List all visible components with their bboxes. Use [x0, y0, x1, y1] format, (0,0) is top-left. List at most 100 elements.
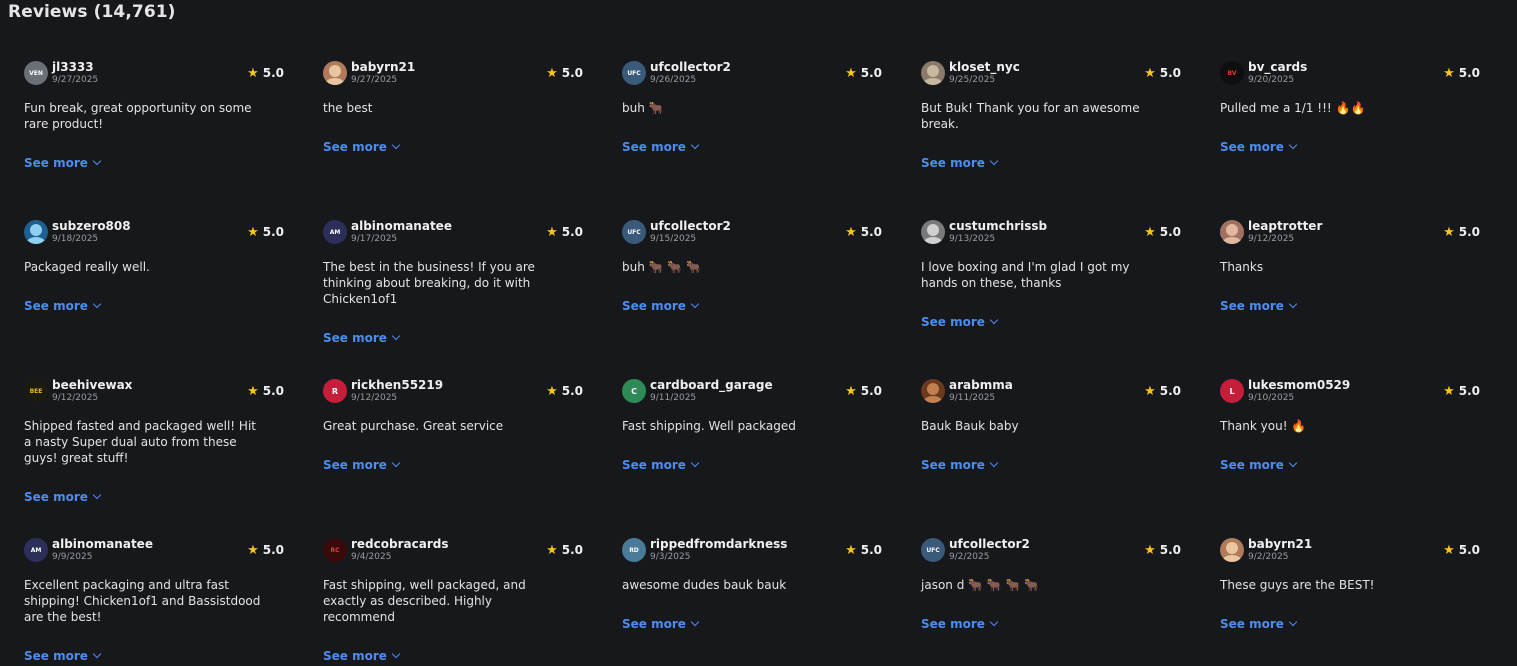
- avatar[interactable]: BEE: [24, 379, 48, 403]
- avatar[interactable]: UFC: [622, 61, 646, 85]
- avatar[interactable]: L: [1220, 379, 1244, 403]
- avatar[interactable]: AM: [24, 538, 48, 562]
- see-more-button[interactable]: See more: [1220, 299, 1298, 313]
- review-username[interactable]: cardboard_garage: [650, 378, 773, 392]
- review-username[interactable]: lukesmom0529: [1248, 378, 1350, 392]
- review-rating: ★ 5.0: [1443, 225, 1480, 239]
- avatar[interactable]: [24, 220, 48, 244]
- review-card: kloset_nyc 9/25/2025 ★ 5.0 But Buk! Thank yo…: [921, 60, 1181, 219]
- see-more-button[interactable]: See more: [1220, 617, 1298, 631]
- chevron-down-icon: [391, 458, 401, 468]
- chevron-down-icon: [690, 458, 700, 468]
- review-text: Great purchase. Great service: [323, 419, 504, 433]
- see-more-button[interactable]: See more: [323, 458, 401, 472]
- see-more-button[interactable]: See more: [622, 140, 700, 154]
- star-icon: ★: [1144, 383, 1156, 399]
- star-icon: ★: [1443, 65, 1455, 81]
- avatar[interactable]: UFC: [622, 220, 646, 244]
- see-more-button[interactable]: See more: [622, 299, 700, 313]
- review-date: 9/3/2025: [650, 552, 691, 562]
- review-header: kloset_nyc 9/25/2025 ★ 5.0: [921, 60, 1181, 86]
- avatar[interactable]: RC: [323, 538, 347, 562]
- review-date: 9/18/2025: [52, 234, 99, 244]
- see-more-button[interactable]: See more: [1220, 458, 1298, 472]
- review-username[interactable]: subzero808: [52, 219, 131, 233]
- avatar[interactable]: R: [323, 379, 347, 403]
- review-username[interactable]: babyrn21: [351, 60, 415, 74]
- see-more-button[interactable]: See more: [1220, 140, 1298, 154]
- chevron-down-icon: [989, 458, 999, 468]
- see-more-button[interactable]: See more: [921, 315, 999, 329]
- avatar[interactable]: AM: [323, 220, 347, 244]
- review-username[interactable]: ufcollector2: [650, 60, 731, 74]
- see-more-button[interactable]: See more: [24, 299, 102, 313]
- see-more-button[interactable]: See more: [921, 156, 999, 170]
- review-card: RD rippedfromdarkness 9/3/2025 ★ 5.0 awesome …: [622, 537, 882, 666]
- avatar[interactable]: VEN: [24, 61, 48, 85]
- avatar-logo-text: BV: [1227, 69, 1237, 77]
- chevron-down-icon: [391, 331, 401, 341]
- rating-value: 5.0: [1159, 384, 1181, 398]
- review-date: 9/20/2025: [1248, 75, 1295, 85]
- review-username[interactable]: albinomanatee: [52, 537, 153, 551]
- review-username[interactable]: rickhen55219: [351, 378, 443, 392]
- avatar-initial: R: [331, 386, 339, 396]
- review-card: UFC ufcollector2 9/26/2025 ★ 5.0 buh 🐂 See mor…: [622, 60, 882, 219]
- see-more-button[interactable]: See more: [24, 490, 102, 504]
- star-icon: ★: [247, 224, 259, 240]
- review-header: Ccardboard_garage 9/11/2025 ★ 5.0: [622, 378, 882, 404]
- see-more-label: See more: [622, 458, 686, 472]
- review-username[interactable]: ufcollector2: [650, 219, 731, 233]
- review-card: BV bv_cards 9/20/2025 ★ 5.0 Pulled me a 1/1 !…: [1220, 60, 1480, 219]
- review-header: RD rippedfromdarkness 9/3/2025 ★ 5.0: [622, 537, 882, 563]
- review-date: 9/17/2025: [351, 234, 398, 244]
- review-username[interactable]: leaptrotter: [1248, 219, 1322, 233]
- review-username[interactable]: custumchrissb: [949, 219, 1047, 233]
- chevron-down-icon: [92, 156, 102, 166]
- rating-value: 5.0: [860, 543, 882, 557]
- avatar[interactable]: [921, 379, 945, 403]
- avatar[interactable]: [921, 220, 945, 244]
- avatar[interactable]: [1220, 538, 1244, 562]
- review-username[interactable]: rippedfromdarkness: [650, 537, 787, 551]
- star-icon: ★: [845, 383, 857, 399]
- see-more-button[interactable]: See more: [323, 649, 401, 663]
- review-username[interactable]: babyrn21: [1248, 537, 1312, 551]
- avatar[interactable]: [921, 61, 945, 85]
- see-more-button[interactable]: See more: [921, 617, 999, 631]
- review-username[interactable]: jl3333: [52, 60, 94, 74]
- chevron-down-icon: [92, 490, 102, 500]
- avatar[interactable]: RD: [622, 538, 646, 562]
- review-username[interactable]: albinomanatee: [351, 219, 452, 233]
- see-more-button[interactable]: See more: [921, 458, 999, 472]
- review-username[interactable]: kloset_nyc: [949, 60, 1020, 74]
- see-more-button[interactable]: See more: [323, 140, 401, 154]
- see-more-button[interactable]: See more: [24, 156, 102, 170]
- avatar[interactable]: BV: [1220, 61, 1244, 85]
- review-username[interactable]: ufcollector2: [949, 537, 1030, 551]
- avatar[interactable]: [1220, 220, 1244, 244]
- see-more-button[interactable]: See more: [622, 458, 700, 472]
- see-more-label: See more: [24, 649, 88, 663]
- star-icon: ★: [546, 65, 558, 81]
- review-username[interactable]: arabmma: [949, 378, 1013, 392]
- review-username[interactable]: redcobracards: [351, 537, 448, 551]
- avatar-initial: L: [1229, 386, 1235, 396]
- avatar-logo-text: BEE: [29, 387, 43, 395]
- review-date: 9/27/2025: [351, 75, 398, 85]
- review-rating: ★ 5.0: [1144, 225, 1181, 239]
- see-more-label: See more: [921, 156, 985, 170]
- star-icon: ★: [1443, 383, 1455, 399]
- review-card: UFC ufcollector2 9/15/2025 ★ 5.0 buh 🐂 🐂 🐂 See…: [622, 219, 882, 378]
- see-more-button[interactable]: See more: [323, 331, 401, 345]
- review-header: BV bv_cards 9/20/2025 ★ 5.0: [1220, 60, 1480, 86]
- see-more-button[interactable]: See more: [622, 617, 700, 631]
- avatar[interactable]: UFC: [921, 538, 945, 562]
- avatar[interactable]: C: [622, 379, 646, 403]
- avatar[interactable]: [323, 61, 347, 85]
- review-date: 9/15/2025: [650, 234, 697, 244]
- review-username[interactable]: bv_cards: [1248, 60, 1307, 74]
- star-icon: ★: [1144, 542, 1156, 558]
- see-more-button[interactable]: See more: [24, 649, 102, 663]
- review-username[interactable]: beehivewax: [52, 378, 132, 392]
